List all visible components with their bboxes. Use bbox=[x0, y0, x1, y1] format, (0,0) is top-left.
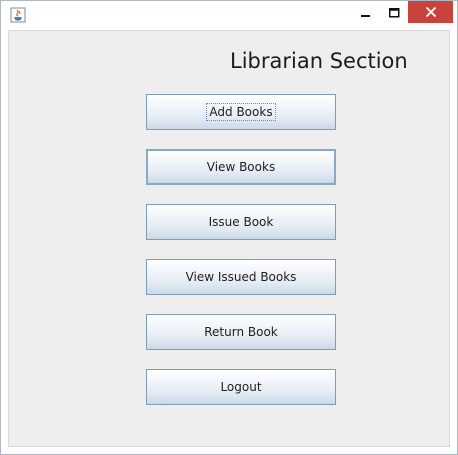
close-button[interactable] bbox=[408, 1, 453, 23]
view-books-button[interactable]: View Books bbox=[146, 149, 336, 185]
minimize-icon bbox=[361, 3, 371, 22]
page-title: Librarian Section bbox=[230, 49, 408, 73]
minimize-button[interactable] bbox=[351, 1, 381, 23]
return-book-label: Return Book bbox=[204, 325, 278, 339]
java-app-icon bbox=[10, 7, 26, 23]
maximize-button[interactable] bbox=[381, 1, 408, 23]
app-window: Librarian Section Add Books View Books I… bbox=[0, 0, 458, 455]
close-icon bbox=[425, 3, 437, 22]
return-book-button[interactable]: Return Book bbox=[146, 314, 336, 350]
logout-button[interactable]: Logout bbox=[146, 369, 336, 405]
logout-label: Logout bbox=[220, 380, 262, 394]
view-issued-books-button[interactable]: View Issued Books bbox=[146, 259, 336, 295]
issue-book-button[interactable]: Issue Book bbox=[146, 204, 336, 240]
issue-book-label: Issue Book bbox=[208, 215, 274, 229]
title-bar[interactable] bbox=[1, 1, 457, 29]
add-books-label: Add Books bbox=[206, 103, 276, 121]
view-issued-books-label: View Issued Books bbox=[185, 270, 297, 284]
view-books-label: View Books bbox=[206, 160, 276, 174]
maximize-icon bbox=[389, 3, 400, 22]
add-books-button[interactable]: Add Books bbox=[146, 94, 336, 130]
